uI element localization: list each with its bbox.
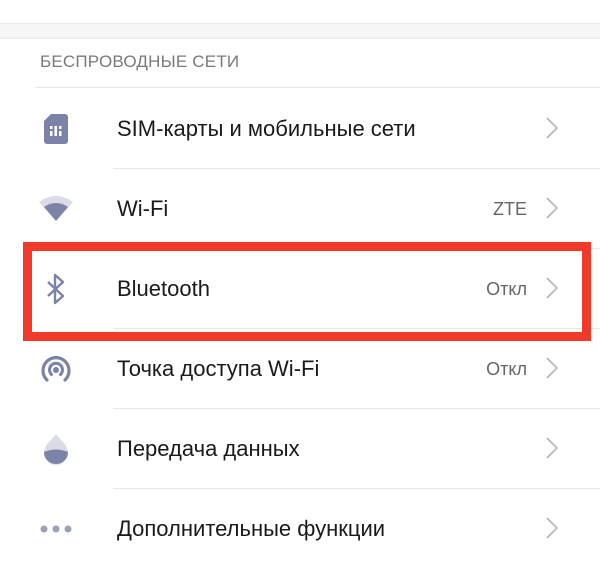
settings-item-data-usage[interactable]: Передача данных — [0, 409, 600, 489]
item-label: Wi-Fi — [117, 196, 169, 221]
item-value: Откл — [486, 359, 527, 379]
section-title: БЕСПРОВОДНЫЕ СЕТИ — [40, 52, 240, 71]
settings-item-more[interactable]: Дополнительные функции — [0, 489, 600, 569]
chevron-right-icon — [546, 197, 558, 219]
wifi-icon — [38, 193, 74, 225]
chevron-right-icon — [546, 517, 558, 539]
chevron-right-icon — [546, 357, 558, 379]
settings-item-sim[interactable]: SIM-карты и мобильные сети — [0, 89, 600, 169]
previous-section — [0, 0, 600, 23]
chevron-right-icon — [546, 117, 558, 139]
more-icon — [38, 513, 74, 545]
sim-card-icon — [38, 113, 74, 145]
settings-item-wifi[interactable]: Wi-Fi ZTE — [0, 169, 600, 249]
highlight-box — [23, 242, 591, 341]
item-value: ZTE — [493, 199, 527, 219]
item-label: Точка доступа Wi-Fi — [117, 356, 320, 381]
item-label: Передача данных — [117, 436, 300, 461]
item-label: Дополнительные функции — [117, 516, 386, 541]
divider — [36, 87, 600, 88]
data-usage-icon — [38, 433, 74, 465]
item-label: SIM-карты и мобильные сети — [117, 116, 416, 141]
section-separator — [0, 23, 600, 39]
settings-item-hotspot[interactable]: Точка доступа Wi-Fi Откл — [0, 329, 600, 409]
hotspot-icon — [38, 353, 74, 385]
chevron-right-icon — [546, 437, 558, 459]
